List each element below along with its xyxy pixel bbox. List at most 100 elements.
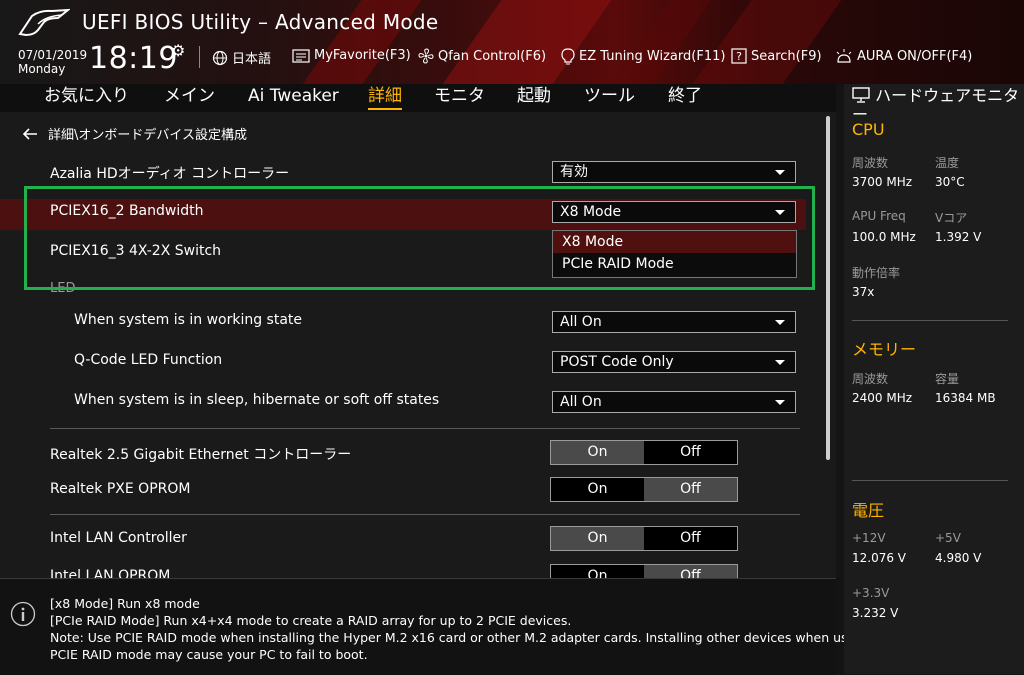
myfavorite-label: MyFavorite(F3) (314, 48, 411, 63)
chevron-down-icon (775, 170, 785, 175)
toggle-on-option[interactable]: On (551, 478, 644, 501)
fan-icon (418, 48, 434, 64)
rog-logo-icon (18, 8, 70, 37)
help-line: [x8 Mode] Run x8 mode (50, 596, 200, 611)
azalia-value: 有効 (560, 164, 588, 180)
favorite-icon (292, 48, 310, 63)
toggle-off-option[interactable]: Off (644, 478, 737, 501)
chevron-down-icon (775, 320, 785, 325)
help-line: Note: Use PCIE RAID mode when installing… (50, 630, 867, 645)
qcode-select[interactable]: POST Code Only (552, 351, 796, 373)
memory-section-title: メモリー (852, 340, 917, 359)
led-sleep-label: When system is in sleep, hibernate or so… (74, 392, 440, 408)
breadcrumb-text: 詳細\オンボードデバイス設定構成 (48, 128, 247, 143)
tab-boot[interactable]: 起動 (517, 84, 551, 108)
back-arrow-icon[interactable] (22, 127, 38, 141)
cpu-freq-value: 3700 MHz (852, 175, 913, 189)
cpu-temp-value: 30°C (935, 175, 965, 189)
chevron-down-icon (775, 210, 785, 215)
pciex16-2-select[interactable]: X8 Mode (552, 201, 796, 223)
led-sleep-select[interactable]: All On (552, 391, 796, 413)
vcore-label: Vコア (935, 211, 968, 225)
ez-tuning-button[interactable]: EZ Tuning Wizard(F11) (561, 48, 725, 65)
tab-tool[interactable]: ツール (584, 84, 635, 108)
globe-icon (212, 50, 228, 65)
section-divider (50, 428, 800, 429)
pciex16-2-label: PCIEX16_2 Bandwidth (50, 203, 204, 219)
hardware-monitor-panel: ハードウェアモニター CPU 周波数 温度 3700 MHz 30°C APU … (844, 84, 1024, 674)
apu-freq-value: 100.0 MHz (852, 230, 916, 244)
ez-tuning-label: EZ Tuning Wizard(F11) (579, 49, 726, 64)
ratio-label: 動作倍率 (852, 266, 901, 280)
pciex16-3-label[interactable]: PCIEX16_3 4X-2X Switch (50, 243, 221, 259)
lightbulb-icon (561, 48, 575, 65)
azalia-select[interactable]: 有効 (552, 161, 796, 183)
tab-main[interactable]: メイン (164, 84, 215, 108)
v5-value: 4.980 V (935, 551, 982, 565)
mem-cap-label: 容量 (935, 372, 960, 386)
cpu-freq-label: 周波数 (852, 156, 889, 170)
toggle-off-option[interactable]: Off (644, 527, 737, 550)
mem-freq-value: 2400 MHz (852, 391, 913, 405)
realtek-eth-toggle[interactable]: On Off (550, 440, 738, 465)
chevron-down-icon (775, 400, 785, 405)
pciex16-2-dropdown-list: X8 Mode PCIe RAID Mode (552, 230, 797, 278)
main-tabs: お気に入り メイン Ai Tweaker 詳細 モニタ 起動 ツール 終了 (0, 84, 836, 112)
header-bar: UEFI BIOS Utility – Advanced Mode 07/01/… (0, 0, 1024, 84)
hw-monitor-title: ハードウェアモニター (852, 86, 1020, 124)
toggle-off-option[interactable]: Off (644, 441, 737, 464)
dropdown-option-x8-mode[interactable]: X8 Mode (553, 231, 796, 253)
realtek-pxe-toggle[interactable]: On Off (550, 477, 738, 502)
header-separator (199, 46, 200, 68)
gear-icon[interactable]: ⚙ (171, 41, 185, 60)
intel-lan-oprom-label: Intel LAN OPROM (50, 568, 171, 578)
help-panel: [x8 Mode] Run x8 mode [PCIe RAID Mode] R… (0, 578, 867, 675)
v12-label: +12V (852, 531, 886, 545)
settings-scrollbar[interactable] (826, 116, 830, 460)
tab-monitor[interactable]: モニタ (434, 84, 485, 108)
toggle-off-option[interactable]: Off (644, 565, 737, 578)
app-title: UEFI BIOS Utility – Advanced Mode (82, 10, 439, 34)
ratio-value: 37x (852, 285, 875, 299)
dropdown-option-pcie-raid-mode[interactable]: PCIe RAID Mode (553, 253, 796, 275)
tab-advanced[interactable]: 詳細 (368, 84, 402, 110)
tab-exit[interactable]: 終了 (668, 84, 702, 108)
hw-divider (852, 320, 1008, 321)
search-button[interactable]: ? Search(F9) (731, 48, 822, 64)
intel-lan-toggle[interactable]: On Off (550, 526, 738, 551)
language-button[interactable]: 日本語 (212, 48, 271, 67)
toggle-on-option[interactable]: On (551, 565, 644, 578)
info-icon (10, 601, 36, 627)
pciex16-2-value: X8 Mode (560, 204, 622, 220)
aura-button[interactable]: AURA ON/OFF(F4) (835, 48, 972, 64)
help-line: PCIE RAID mode may cause your PC to fail… (50, 647, 368, 662)
day-text: Monday (18, 62, 66, 76)
settings-panel: 詳細\オンボードデバイス設定構成 Azalia HDオーディオ コントローラー … (0, 112, 836, 578)
qfan-button[interactable]: Qfan Control(F6) (418, 48, 546, 64)
mem-freq-label: 周波数 (852, 372, 889, 386)
toggle-on-option[interactable]: On (551, 441, 644, 464)
chevron-down-icon (775, 360, 785, 365)
led-working-label: When system is in working state (74, 312, 303, 328)
v12-value: 12.076 V (852, 551, 907, 565)
toggle-on-option[interactable]: On (551, 527, 644, 550)
monitor-icon (852, 87, 870, 103)
qcode-label: Q-Code LED Function (74, 352, 223, 368)
myfavorite-button[interactable]: MyFavorite(F3) (292, 48, 411, 63)
intel-lan-oprom-toggle[interactable]: On Off (550, 564, 738, 578)
date-display: 07/01/2019 Monday (18, 48, 87, 76)
help-line: [PCIe RAID Mode] Run x4+x4 mode to creat… (50, 613, 572, 628)
hw-monitor-title-text: ハードウェアモニター (852, 86, 1020, 124)
tab-favorites[interactable]: お気に入り (44, 84, 129, 108)
intel-lan-label: Intel LAN Controller (50, 530, 187, 546)
qfan-label: Qfan Control(F6) (438, 48, 547, 64)
qcode-value: POST Code Only (560, 354, 674, 370)
aura-label: AURA ON/OFF(F4) (857, 48, 973, 64)
azalia-label: Azalia HDオーディオ コントローラー (50, 166, 290, 182)
led-working-select[interactable]: All On (552, 311, 796, 333)
tab-ai-tweaker[interactable]: Ai Tweaker (248, 84, 339, 108)
breadcrumb: 詳細\オンボードデバイス設定構成 (22, 124, 247, 143)
hw-divider (852, 480, 1008, 481)
led-sleep-value: All On (560, 394, 602, 410)
mem-cap-value: 16384 MB (935, 391, 996, 405)
